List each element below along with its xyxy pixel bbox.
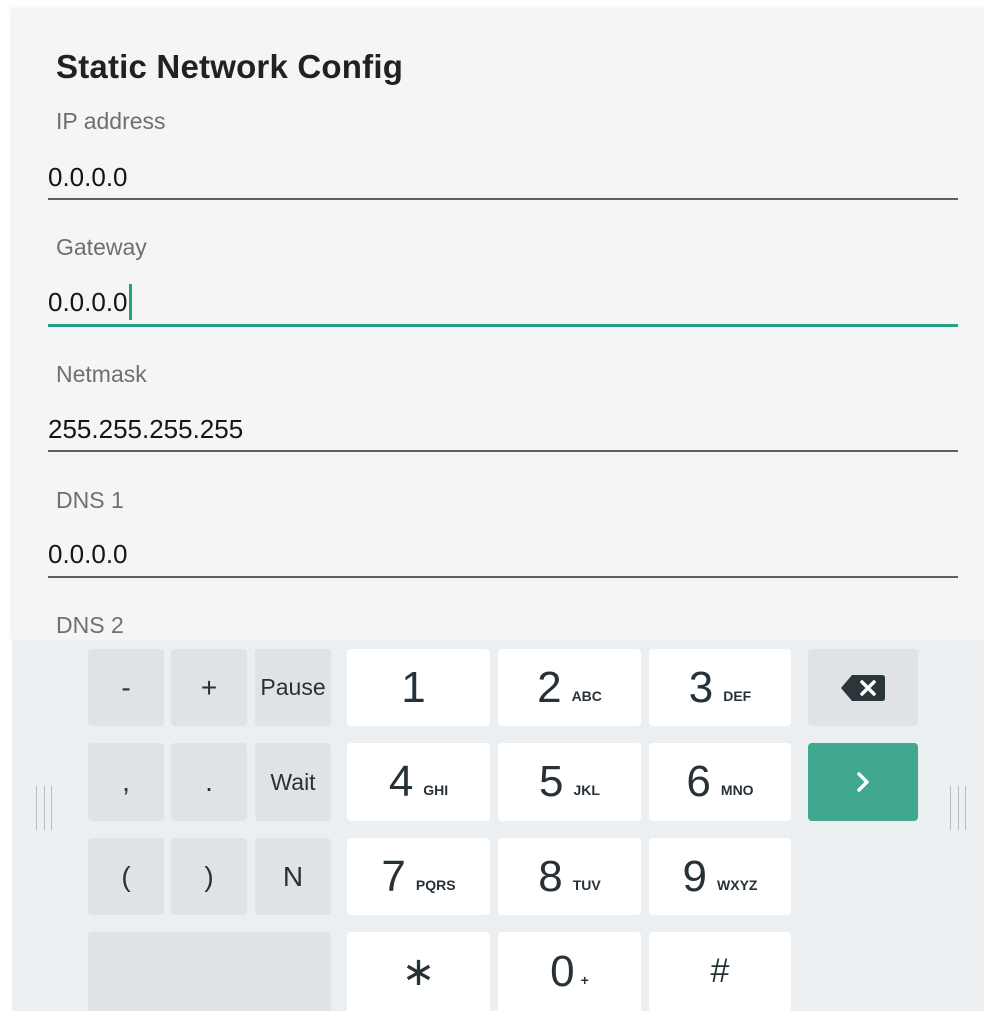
next-key[interactable] — [808, 743, 918, 821]
dns1-underline — [48, 576, 958, 578]
key-8[interactable]: 8 TUV — [498, 838, 641, 915]
gateway-label: Gateway — [56, 234, 147, 260]
dns1-label: DNS 1 — [56, 487, 124, 513]
key-2[interactable]: 2 ABC — [498, 649, 641, 726]
hash-key[interactable]: # — [649, 932, 791, 1011]
chevron-right-icon — [857, 772, 869, 792]
key-4[interactable]: 4 GHI — [347, 743, 490, 821]
key-0[interactable]: 0 + — [498, 932, 641, 1011]
key-9[interactable]: 9 WXYZ — [649, 838, 791, 915]
backspace-icon — [841, 674, 885, 701]
netmask-input[interactable]: 255.255.255.255 — [48, 413, 243, 445]
ip-address-underline — [48, 198, 958, 200]
text-cursor — [128, 284, 132, 320]
close-paren-key[interactable]: ) — [171, 838, 247, 915]
ip-address-input[interactable]: 0.0.0.0 — [48, 161, 128, 193]
n-key[interactable]: N — [255, 838, 331, 915]
left-drag-handle[interactable] — [36, 786, 52, 830]
period-key[interactable]: . — [171, 743, 247, 821]
comma-key[interactable]: , — [88, 743, 164, 821]
open-paren-key[interactable]: ( — [88, 838, 164, 915]
gateway-underline — [48, 324, 958, 327]
key-5[interactable]: 5 JKL — [498, 743, 641, 821]
star-key[interactable]: ∗ — [347, 932, 490, 1011]
netmask-underline — [48, 450, 958, 452]
dns1-input[interactable]: 0.0.0.0 — [48, 538, 128, 570]
pause-key[interactable]: Pause — [255, 649, 331, 726]
minus-key[interactable]: - — [88, 649, 164, 726]
right-drag-handle[interactable] — [950, 786, 966, 830]
dns1-value: 0.0.0.0 — [48, 539, 128, 569]
ip-address-value: 0.0.0.0 — [48, 162, 128, 192]
key-6[interactable]: 6 MNO — [649, 743, 791, 821]
netmask-value: 255.255.255.255 — [48, 414, 244, 444]
key-3[interactable]: 3 DEF — [649, 649, 791, 726]
space-key[interactable] — [88, 932, 331, 1011]
dialog-title: Static Network Config — [56, 48, 404, 85]
dns2-label: DNS 2 — [56, 612, 124, 638]
wait-key[interactable]: Wait — [255, 743, 331, 821]
ip-address-label: IP address — [56, 108, 166, 134]
gateway-input[interactable]: 0.0.0.0 — [48, 284, 132, 320]
gateway-value: 0.0.0.0 — [48, 287, 128, 317]
plus-key[interactable]: + — [171, 649, 247, 726]
delete-key[interactable] — [808, 649, 918, 726]
key-1[interactable]: 1 — [347, 649, 490, 726]
key-7[interactable]: 7 PQRS — [347, 838, 490, 915]
netmask-label: Netmask — [56, 361, 147, 387]
